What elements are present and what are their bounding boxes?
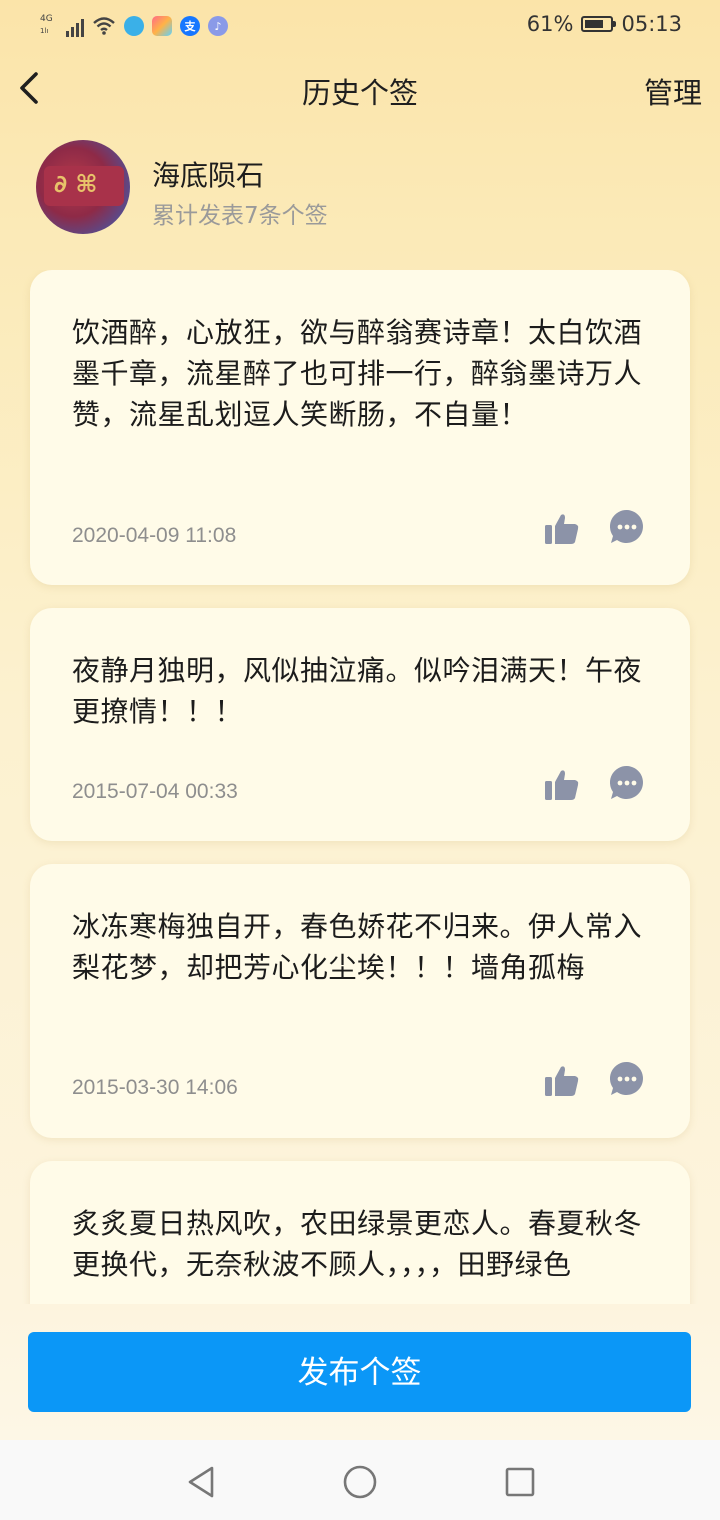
avatar[interactable]: ∂ ⌘ <box>36 140 130 234</box>
signature-card[interactable]: 夜静月独明，风似抽泣痛。似吟泪满天！午夜更撩情！！！ 2015-07-04 00… <box>30 608 690 841</box>
network-type: 4G <box>40 14 53 24</box>
gallery-icon <box>152 16 172 36</box>
battery-icon <box>581 16 617 32</box>
signature-card[interactable]: 冰冻寒梅独自开，春色娇花不归来。伊人常入梨花梦，却把芳心化尘埃！！！墙角孤梅 2… <box>30 864 690 1138</box>
username: 海底陨石 <box>152 159 265 192</box>
nav-back-icon[interactable] <box>182 1462 222 1502</box>
signature-text: 冰冻寒梅独自开，春色娇花不归来。伊人常入梨花梦，却把芳心化尘埃！！！墙角孤梅 <box>72 910 643 984</box>
signature-card[interactable]: 饮酒醉，心放狂，欲与醉翁赛诗章！太白饮酒墨千章，流星醉了也可排一行，醉翁墨诗万人… <box>30 270 690 585</box>
signature-text: 炙炙夏日热风吹，农田绿景更恋人。春夏秋冬更换代，无奈秋波不顾人，，，，田野绿色 <box>72 1207 643 1281</box>
signature-text: 饮酒醉，心放狂，欲与醉翁赛诗章！太白饮酒墨千章，流星醉了也可排一行，醉翁墨诗万人… <box>72 316 643 431</box>
status-right: 61% 05:13 <box>527 12 682 36</box>
thumbs-up-icon[interactable] <box>544 512 580 546</box>
post-count: 累计发表7条个签 <box>152 203 328 229</box>
qq-browser-icon <box>124 16 144 36</box>
signal-icon <box>66 15 84 37</box>
system-nav-bar <box>0 1440 720 1520</box>
publish-signature-button[interactable]: 发布个签 <box>28 1332 691 1412</box>
status-bar: 4G 1lı 支 ♪ 61% 05:13 <box>0 0 720 56</box>
thumbs-up-icon[interactable] <box>544 1064 580 1098</box>
network-sub: 1lı <box>40 27 49 35</box>
signature-text: 夜静月独明，风似抽泣痛。似吟泪满天！午夜更撩情！！！ <box>72 654 643 728</box>
network-indicator: 4G 1lı <box>40 14 58 38</box>
battery-percent: 61% <box>526 12 574 36</box>
top-bar: 历史个签 管理 <box>0 56 720 124</box>
comment-icon[interactable] <box>608 508 646 546</box>
thumbs-up-icon[interactable] <box>544 768 580 802</box>
signature-card[interactable]: 炙炙夏日热风吹，农田绿景更恋人。春夏秋冬更换代，无奈秋波不顾人，，，，田野绿色 <box>30 1161 690 1304</box>
manage-button[interactable]: 管理 <box>644 70 702 112</box>
signature-date: 2020-04-09 11:08 <box>72 524 237 547</box>
nav-home-icon[interactable] <box>340 1462 380 1502</box>
signature-date: 2015-03-30 14:06 <box>72 1076 238 1099</box>
music-icon: ♪ <box>208 16 228 36</box>
comment-icon[interactable] <box>608 1060 646 1098</box>
alipay-icon: 支 <box>180 16 200 36</box>
nav-recents-icon[interactable] <box>500 1462 540 1502</box>
avatar-image-glyph: ∂ ⌘ <box>54 170 98 198</box>
clock: 05:13 <box>621 12 682 36</box>
comment-icon[interactable] <box>608 764 646 802</box>
wifi-icon <box>93 17 115 35</box>
signature-list[interactable]: 饮酒醉，心放狂，欲与醉翁赛诗章！太白饮酒墨千章，流星醉了也可排一行，醉翁墨诗万人… <box>0 270 720 1304</box>
signature-date: 2015-07-04 00:33 <box>72 780 238 803</box>
page-title: 历史个签 <box>301 76 418 110</box>
status-left: 4G 1lı 支 ♪ <box>40 14 228 38</box>
